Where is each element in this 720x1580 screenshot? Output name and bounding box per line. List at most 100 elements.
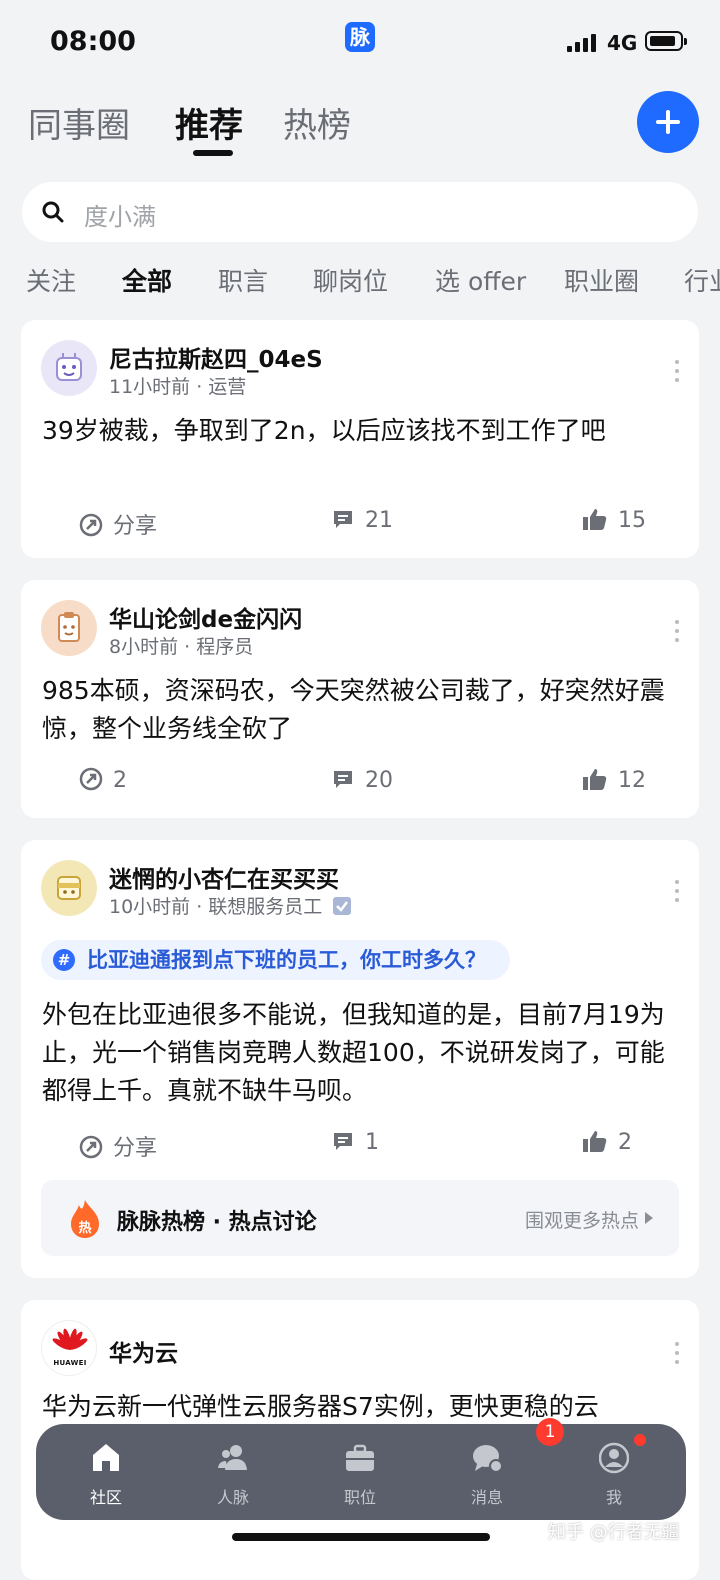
nav-contacts[interactable]: 人脉 [183,1424,283,1520]
author-name[interactable]: 华为云 [109,1334,178,1368]
hashtag-icon: # [53,949,75,971]
share-button[interactable]: 2 [79,767,127,793]
post-content[interactable]: 外包在比亚迪很多不能说，但我知道的是，目前7月19为止，光一个销售岗竞聘人数超1… [42,996,678,1110]
clipboard-avatar-icon [58,612,80,642]
search-placeholder: 度小满 [84,203,156,231]
chevron-right-icon [645,1212,653,1224]
huawei-logo[interactable]: HUAWEI [41,1320,97,1376]
watermark: 知乎 @行者无疆 [548,1522,680,1543]
bottom-navigation: 社区 人脉 职位 消息 1 我 [36,1418,686,1520]
comment-button[interactable]: 20 [331,768,393,793]
author-name[interactable]: 迷惘的小杏仁在买买买 [109,860,339,894]
share-icon [79,767,103,791]
author-name[interactable]: 华山论剑de金闪闪 [109,600,302,634]
nav-label: 人脉 [216,1488,249,1507]
search-bar[interactable]: 度小满 [22,182,698,242]
author-name[interactable]: 尼古拉斯赵四_04eS [109,340,323,374]
like-button[interactable]: 15 [582,508,646,533]
briefcase-icon [346,1444,374,1471]
battery-icon [645,31,687,51]
message-icon [473,1445,502,1473]
comment-icon [334,771,352,788]
like-count: 2 [618,1130,632,1155]
nav-label: 社区 [89,1488,122,1507]
status-time: 08:00 [50,26,136,57]
post-content[interactable]: 华为云新一代弹性云服务器S7实例，更快更稳的云 [42,1388,678,1426]
category-opinions[interactable]: 职言 [218,262,268,298]
more-options-icon[interactable] [675,880,679,907]
tab-colleagues[interactable]: 同事圈 [28,98,130,147]
nav-jobs[interactable]: 职位 [310,1424,410,1520]
tab-hot-list[interactable]: 热榜 [283,98,351,147]
category-all[interactable]: 全部 [122,262,172,298]
more-options-icon[interactable] [675,360,679,387]
more-options-icon[interactable] [675,620,679,647]
flame-char: 热 [78,1220,91,1236]
nav-label: 消息 [470,1488,503,1507]
robot-avatar-icon [56,353,82,381]
share-button[interactable]: 分享 [79,508,157,540]
topic-label: 比亚迪通报到点下班的员工，你工时多久？ [87,948,486,972]
avatar[interactable] [41,860,97,916]
hot-list-banner[interactable]: 热 脉脉热榜 · 热点讨论 围观更多热点 [41,1180,679,1256]
nav-me[interactable]: 我 [564,1424,664,1520]
topic-tag[interactable]: # 比亚迪通报到点下班的员工，你工时多久？ [41,940,510,980]
hot-banner-label: 脉脉热榜 · 热点讨论 [117,1210,317,1235]
share-button[interactable]: 分享 [79,1130,157,1162]
post-card[interactable]: 迷惘的小杏仁在买买买 10小时前 · 联想服务员工 # 比亚迪通报到点下班的员工，… [21,840,699,1278]
like-button[interactable]: 12 [582,768,646,793]
tab-recommend[interactable]: 推荐 [175,98,243,147]
avatar[interactable] [41,600,97,656]
thumbs-up-icon [583,1131,607,1152]
see-more-hot-link[interactable]: 围观更多热点 [525,1206,639,1233]
share-label: 分享 [113,514,158,539]
comment-count: 1 [365,1130,379,1155]
share-label: 分享 [113,1136,158,1161]
share-icon [79,513,103,537]
verified-icon [333,897,352,915]
message-badge: 1 [536,1418,564,1446]
thumbs-up-icon [583,509,607,530]
post-card[interactable]: 华山论剑de金闪闪 8小时前 · 程序员 985本硕，资深码农，今天突然被公司裁… [21,580,699,818]
category-offer[interactable]: 选 offer [435,262,526,298]
signal-icon [567,34,596,52]
search-icon [42,201,64,223]
category-career-circle[interactable]: 职业圈 [564,262,639,298]
share-count: 2 [113,768,127,793]
mascot-avatar-icon [57,876,81,900]
nav-community[interactable]: 社区 [56,1424,156,1520]
home-indicator [232,1533,490,1541]
comment-button[interactable]: 21 [331,508,393,533]
thumbs-up-icon [583,769,607,790]
post-content[interactable]: 985本硕，资深码农，今天突然被公司裁了，好突然好震惊，整个业务线全砍了 [42,672,678,748]
post-meta-text: 10小时前 · 联想服务员工 [109,896,323,918]
post-meta: 8小时前 · 程序员 [109,636,254,658]
app-badge-icon: 脉 [345,22,375,52]
nav-messages[interactable]: 消息 [437,1424,537,1520]
category-follow[interactable]: 关注 [26,262,76,298]
comment-count: 21 [365,508,393,533]
create-post-button[interactable] [637,91,699,153]
comment-icon [334,511,352,528]
huawei-logo-text: HUAWEI [53,1359,87,1367]
post-card[interactable]: 尼古拉斯赵四_04eS 11小时前 · 运营 39岁被裁，争取到了2n，以后应该… [21,320,699,558]
post-content[interactable]: 39岁被裁，争取到了2n，以后应该找不到工作了吧 [42,412,678,450]
avatar[interactable] [41,340,97,396]
notification-dot [634,1434,646,1446]
more-options-icon[interactable] [675,1342,679,1369]
comment-icon [334,1133,352,1150]
contacts-icon [218,1445,247,1470]
like-count: 15 [618,508,646,533]
network-type: 4G [607,31,638,55]
comment-count: 20 [365,768,393,793]
flame-icon: 热 [71,1200,99,1238]
like-button[interactable]: 2 [582,1130,632,1155]
nav-label: 职位 [343,1488,376,1507]
post-meta: 11小时前 · 运营 [109,376,247,398]
comment-button[interactable]: 1 [331,1130,379,1155]
category-jobs[interactable]: 聊岗位 [313,262,388,298]
category-industry[interactable]: 行业 [684,262,720,298]
huawei-petal-icon [52,1328,88,1350]
home-icon [93,1444,119,1471]
post-meta: 10小时前 · 联想服务员工 [109,892,352,919]
